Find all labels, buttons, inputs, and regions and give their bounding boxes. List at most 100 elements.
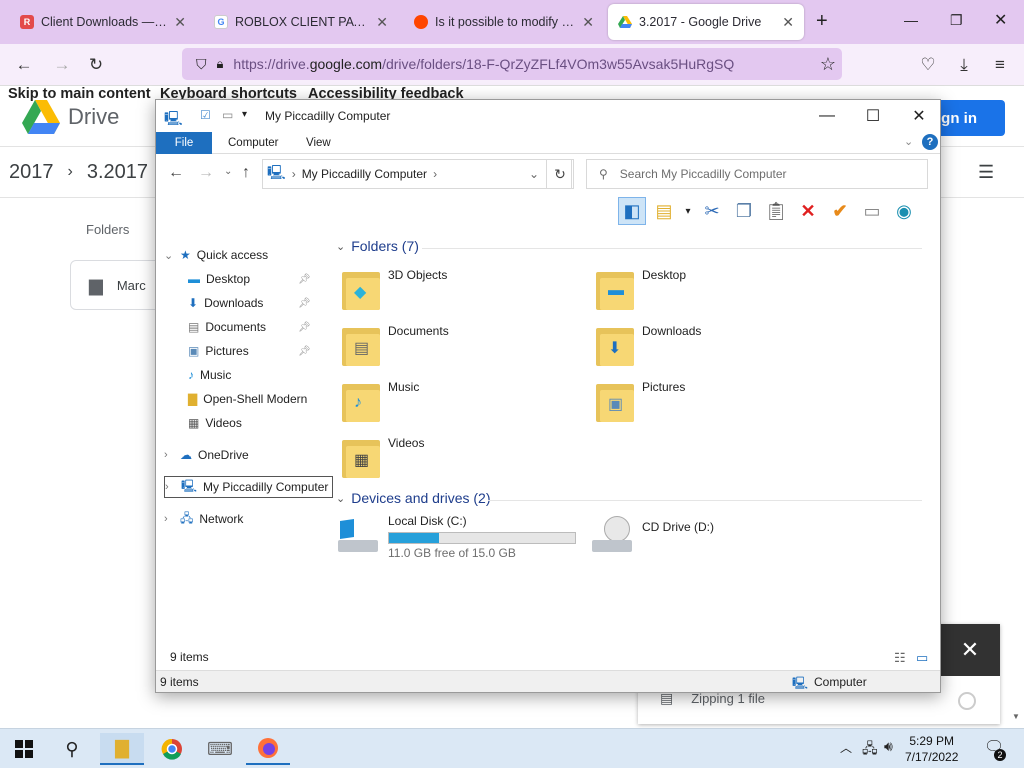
- list-view-icon[interactable]: ☰: [978, 162, 994, 183]
- nav-network[interactable]: › 🖧︎ Network: [164, 508, 243, 530]
- restore-icon[interactable]: ❐: [950, 12, 963, 29]
- download-icon[interactable]: ⤓: [952, 54, 976, 76]
- explorer-title-bar[interactable]: 🖳︎ ☑ ▭ ▾ My Piccadilly Computer — ☐ ✕: [156, 100, 940, 132]
- close-icon[interactable]: ✕: [896, 100, 942, 132]
- new-folder-quick-icon[interactable]: ▭: [222, 108, 233, 122]
- delete-icon[interactable]: ✕: [794, 197, 822, 225]
- pocket-icon[interactable]: ♡: [916, 54, 940, 76]
- customize-qat-icon[interactable]: ▾: [242, 109, 247, 120]
- chevron-right-icon[interactable]: ›: [164, 449, 174, 461]
- folder-music[interactable]: ♪ Music: [342, 380, 419, 422]
- breadcrumb-2017[interactable]: 2017: [9, 161, 54, 184]
- forward-arrow-icon[interactable]: →: [198, 164, 214, 182]
- folders-section-header[interactable]: ⌄ Folders (7): [336, 238, 425, 254]
- address-dropdown-icon[interactable]: ⌄: [529, 167, 539, 181]
- pin-icon[interactable]: 📌︎: [298, 322, 311, 333]
- chrome-taskbar-icon[interactable]: [150, 733, 194, 765]
- nav-desktop[interactable]: ▬ Desktop 📌︎: [188, 268, 311, 290]
- url-text[interactable]: https://drive.google.com/drive/folders/1…: [233, 56, 734, 72]
- help-icon[interactable]: ?: [922, 134, 938, 150]
- rename-icon[interactable]: ▭: [858, 197, 886, 225]
- back-arrow-icon[interactable]: ←: [12, 54, 36, 76]
- folder-pictures[interactable]: ▣ Pictures: [596, 380, 685, 422]
- drive-c[interactable]: Local Disk (C:) 11.0 GB free of 15.0 GB: [336, 514, 576, 560]
- dropdown-icon[interactable]: ▾: [682, 197, 694, 225]
- search-input[interactable]: ⚲ Search My Piccadilly Computer: [586, 159, 928, 189]
- properties-quick-icon[interactable]: ☑: [200, 108, 211, 122]
- recent-locations-icon[interactable]: ⌄: [224, 166, 232, 177]
- tab-roblox-patching[interactable]: G ROBLOX CLIENT PATCHING ✕: [204, 4, 398, 40]
- devices-section-header[interactable]: ⌄ Devices and drives (2): [336, 490, 497, 506]
- breadcrumb-3-2017[interactable]: 3.2017: [87, 161, 148, 184]
- tab-google-drive[interactable]: 3.2017 - Google Drive ✕: [608, 4, 804, 40]
- clock[interactable]: 5:29 PM 7/17/2022: [905, 733, 958, 765]
- pin-icon[interactable]: 📌︎: [298, 298, 311, 309]
- scroll-down-arrow-icon[interactable]: ▼: [1012, 712, 1020, 721]
- drive-logo[interactable]: Drive: [22, 100, 119, 134]
- volume-icon[interactable]: 🔊︎: [884, 738, 893, 755]
- details-view-icon[interactable]: ☷: [894, 650, 906, 666]
- nav-open-shell[interactable]: ▇ Open-Shell Modern: [188, 388, 307, 410]
- forward-arrow-icon[interactable]: →: [50, 54, 74, 76]
- close-tab-icon[interactable]: ✕: [782, 14, 794, 31]
- close-tab-icon[interactable]: ✕: [582, 14, 594, 31]
- new-folder-icon[interactable]: ▤: [650, 197, 678, 225]
- paste-icon[interactable]: 📋︎: [762, 197, 790, 225]
- chevron-right-icon[interactable]: ›: [164, 513, 174, 525]
- file-explorer-taskbar-icon[interactable]: ▇: [100, 733, 144, 765]
- up-arrow-icon[interactable]: ↑: [242, 164, 250, 182]
- nav-documents[interactable]: ▤ Documents 📌︎: [188, 316, 311, 338]
- folder-documents[interactable]: ▤ Documents: [342, 324, 449, 366]
- pin-icon[interactable]: 📌︎: [298, 274, 311, 285]
- firefox-taskbar-icon[interactable]: [246, 733, 290, 765]
- reload-icon[interactable]: ↻: [84, 54, 108, 76]
- minimize-icon[interactable]: —: [804, 100, 850, 132]
- shell-icon[interactable]: ◉: [890, 197, 918, 225]
- nav-onedrive[interactable]: › ☁ OneDrive: [164, 444, 249, 466]
- nav-quick-access[interactable]: ⌄ ★ Quick access: [164, 244, 268, 266]
- search-icon[interactable]: ⚲: [50, 733, 94, 765]
- close-notification-icon[interactable]: ✕: [940, 624, 1000, 676]
- folder-videos[interactable]: ▦ Videos: [342, 436, 424, 478]
- tab-client-downloads[interactable]: R Client Downloads — Old R ✕: [10, 4, 196, 40]
- expand-ribbon-icon[interactable]: ⌄: [904, 135, 913, 148]
- back-arrow-icon[interactable]: ←: [168, 164, 184, 182]
- tab-computer[interactable]: Computer: [214, 132, 293, 154]
- start-button[interactable]: [2, 733, 46, 765]
- shield-icon[interactable]: ⛉: [196, 56, 207, 73]
- copy-icon[interactable]: ❐: [730, 197, 758, 225]
- drive-d[interactable]: CD Drive (D:): [590, 514, 714, 558]
- menu-hamburger-icon[interactable]: ≡: [988, 54, 1012, 76]
- cut-icon[interactable]: ✂: [698, 197, 726, 225]
- chevron-down-icon[interactable]: ⌄: [164, 249, 174, 262]
- maximize-icon[interactable]: ☐: [850, 100, 896, 132]
- nav-my-computer[interactable]: › 🖳︎ My Piccadilly Computer: [164, 476, 334, 498]
- nav-videos[interactable]: ▦ Videos: [188, 412, 242, 434]
- folder-downloads[interactable]: ⬇ Downloads: [596, 324, 701, 366]
- keyboard-taskbar-icon[interactable]: ⌨: [198, 733, 242, 765]
- preview-pane-icon[interactable]: ◧: [618, 197, 646, 225]
- folder-3d-objects[interactable]: ◆ 3D Objects: [342, 268, 447, 310]
- tab-file[interactable]: File: [156, 132, 212, 154]
- nav-downloads[interactable]: ⬇ Downloads 📌︎: [188, 292, 311, 314]
- new-tab-icon[interactable]: +: [816, 10, 828, 33]
- nav-music[interactable]: ♪ Music: [188, 364, 231, 386]
- url-bar[interactable]: ⛉ 🔒︎ https://drive.google.com/drive/fold…: [182, 48, 842, 80]
- properties-check-icon[interactable]: ✔: [826, 197, 854, 225]
- folder-desktop[interactable]: ▬ Desktop: [596, 268, 686, 310]
- chevron-right-icon[interactable]: ›: [165, 481, 175, 493]
- address-bar[interactable]: 🖳︎ › My Piccadilly Computer › ⌄: [262, 159, 572, 189]
- chevron-up-icon[interactable]: ︿: [840, 739, 852, 756]
- refresh-icon[interactable]: ↻: [546, 159, 574, 189]
- lock-icon[interactable]: 🔒︎: [217, 56, 224, 72]
- tab-view[interactable]: View: [292, 132, 345, 154]
- close-window-icon[interactable]: ✕: [994, 10, 1007, 30]
- bookmark-star-icon[interactable]: ☆: [820, 54, 836, 75]
- large-icons-view-icon[interactable]: ▭: [916, 650, 928, 666]
- close-tab-icon[interactable]: ✕: [174, 14, 186, 31]
- close-tab-icon[interactable]: ✕: [376, 14, 388, 31]
- pin-icon[interactable]: 📌︎: [298, 346, 311, 357]
- network-tray-icon[interactable]: 🖧︎: [862, 738, 878, 762]
- nav-pictures[interactable]: ▣ Pictures 📌︎: [188, 340, 311, 362]
- tab-reddit[interactable]: Is it possible to modify the ✕: [404, 4, 604, 40]
